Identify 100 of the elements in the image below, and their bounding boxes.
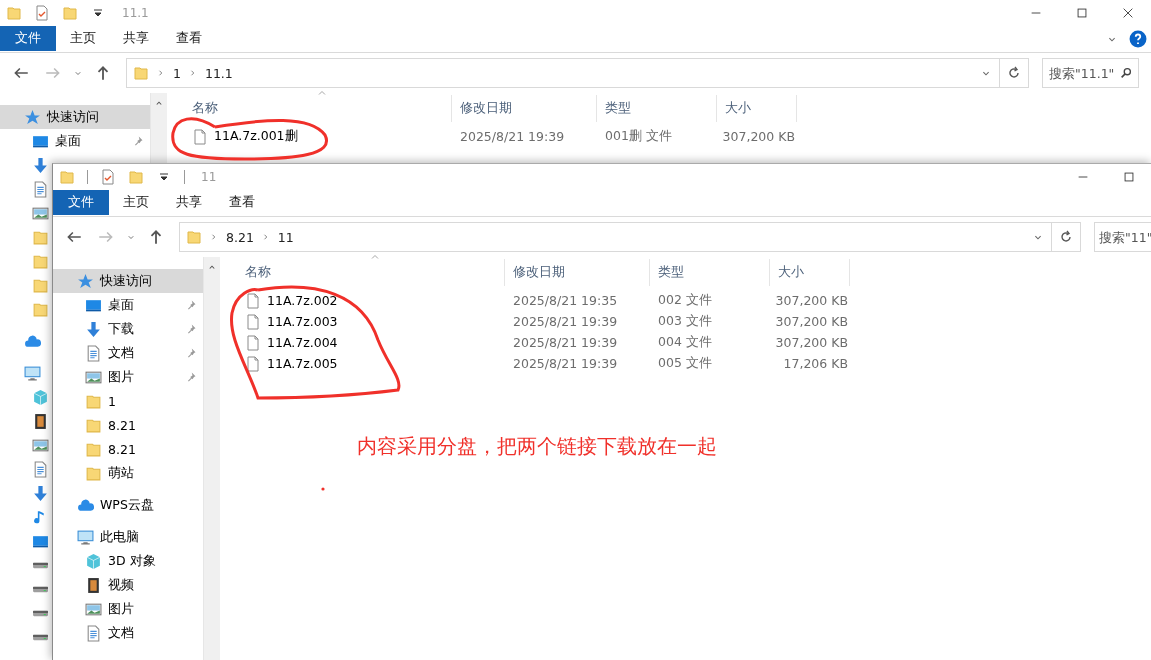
sidebar-item[interactable]: 快速访问 bbox=[53, 269, 203, 293]
sidebar-item[interactable]: 下载 bbox=[53, 317, 203, 341]
ribbon-tab[interactable]: 查看 bbox=[162, 26, 215, 51]
address-bar[interactable]: 8.21 11 bbox=[179, 222, 1052, 252]
sidebar-item[interactable]: 8.21 bbox=[53, 437, 203, 461]
scrollbar[interactable] bbox=[203, 257, 220, 660]
monitor-icon bbox=[24, 364, 41, 382]
file-date: 2025/8/21 19:39 bbox=[512, 314, 619, 329]
pin-icon[interactable] bbox=[185, 299, 197, 311]
sidebar-label: 桌面 bbox=[108, 296, 134, 314]
file-name[interactable]: 11A.7z.005 bbox=[267, 356, 338, 371]
sidebar-label: 桌面 bbox=[55, 132, 81, 150]
sidebar-item[interactable]: 桌面 bbox=[0, 129, 150, 153]
pin-icon[interactable] bbox=[132, 135, 144, 147]
cube-icon bbox=[32, 388, 49, 406]
file-date: 2025/8/21 19:35 bbox=[512, 293, 619, 308]
ribbon-tab[interactable]: 查看 bbox=[215, 190, 268, 215]
sidebar-item[interactable]: 此电脑 bbox=[53, 525, 203, 549]
file-size: 307,200 KB bbox=[774, 335, 849, 350]
sidebar-item[interactable]: 文档 bbox=[53, 341, 203, 365]
monitor-icon bbox=[77, 528, 94, 546]
column-header[interactable]: 大小 bbox=[770, 259, 850, 286]
sidebar-label: 图片 bbox=[108, 368, 134, 386]
file-type: 005 文件 bbox=[657, 355, 713, 372]
sidebar-item[interactable]: 图片 bbox=[53, 365, 203, 389]
breadcrumb[interactable]: 8.21 bbox=[226, 229, 254, 245]
file-size: 307,200 KB bbox=[721, 129, 796, 144]
document-icon bbox=[32, 180, 49, 198]
sidebar-label: 文档 bbox=[108, 624, 134, 642]
checked-document-icon[interactable] bbox=[34, 4, 50, 22]
ribbon-tab[interactable]: 文件 bbox=[53, 190, 109, 215]
file-type: 001删 文件 bbox=[604, 128, 673, 145]
sidebar-label: 视频 bbox=[108, 576, 134, 594]
pin-icon[interactable] bbox=[185, 347, 197, 359]
sidebar-item[interactable]: 1 bbox=[53, 389, 203, 413]
film-icon bbox=[85, 576, 102, 594]
file-icon bbox=[245, 291, 261, 310]
annotation-dot bbox=[321, 487, 325, 491]
file-name[interactable]: 11A.7z.003 bbox=[267, 314, 338, 329]
sidebar-item[interactable]: 文档 bbox=[53, 621, 203, 645]
sidebar-item[interactable]: 3D 对象 bbox=[53, 549, 203, 573]
ribbon-tab[interactable]: 主页 bbox=[56, 26, 109, 51]
ribbon-tab[interactable]: 共享 bbox=[162, 190, 215, 215]
refresh-icon bbox=[1006, 65, 1022, 81]
column-header[interactable]: 类型 bbox=[650, 259, 770, 286]
file-icon bbox=[245, 354, 261, 373]
down-arrow-icon bbox=[32, 484, 49, 502]
pin-icon[interactable] bbox=[185, 323, 197, 335]
file-size: 307,200 KB bbox=[774, 314, 849, 329]
file-date: 2025/8/21 19:39 bbox=[512, 356, 619, 371]
sidebar-label: 图片 bbox=[108, 600, 134, 618]
sidebar-item[interactable]: 8.21 bbox=[53, 413, 203, 437]
refresh-button[interactable] bbox=[1051, 222, 1081, 252]
pin-icon[interactable] bbox=[185, 371, 197, 383]
close-icon[interactable] bbox=[1121, 6, 1135, 20]
sidebar-label: 萌站 bbox=[108, 464, 134, 482]
help-icon[interactable] bbox=[1129, 29, 1147, 48]
ribbon-tab[interactable]: 共享 bbox=[109, 26, 162, 51]
maximize-icon[interactable] bbox=[1122, 170, 1136, 184]
column-header[interactable]: 修改日期 bbox=[505, 259, 650, 286]
sidebar-item[interactable]: 图片 bbox=[53, 597, 203, 621]
column-header[interactable]: 类型 bbox=[597, 95, 717, 122]
annotation-text: 内容采用分盘，把两个链接下载放在一起 bbox=[357, 433, 717, 460]
folder-icon bbox=[133, 64, 149, 82]
down-arrow-icon bbox=[85, 320, 102, 338]
breadcrumb[interactable]: 1 bbox=[173, 65, 181, 81]
sidebar-item[interactable]: WPS云盘 bbox=[53, 493, 203, 517]
window-title: 11 bbox=[201, 170, 217, 184]
breadcrumb[interactable]: 11 bbox=[277, 229, 294, 245]
file-name[interactable]: 11A.7z.004 bbox=[267, 335, 338, 350]
file-name[interactable]: 11A.7z.002 bbox=[267, 293, 338, 308]
column-header[interactable]: 名称 bbox=[176, 95, 452, 122]
search-field[interactable]: 搜索"11.1" bbox=[1042, 58, 1139, 88]
sidebar-item[interactable]: 视频 bbox=[53, 573, 203, 597]
file-date: 2025/8/21 19:39 bbox=[512, 335, 619, 350]
column-header[interactable]: 大小 bbox=[717, 95, 797, 122]
down-arrow-icon bbox=[32, 156, 49, 174]
document-icon bbox=[32, 460, 49, 478]
column-header[interactable]: 名称 bbox=[229, 259, 505, 286]
checked-document-icon[interactable] bbox=[100, 168, 116, 186]
file-icon bbox=[192, 127, 208, 146]
file-name[interactable]: 11A.7z.001删 bbox=[214, 128, 298, 145]
search-icon[interactable] bbox=[1119, 66, 1133, 80]
file-type: 004 文件 bbox=[657, 334, 713, 351]
sidebar-label: 1 bbox=[108, 393, 116, 409]
search-field[interactable]: 搜索"11" bbox=[1094, 222, 1151, 252]
breadcrumb[interactable]: 11.1 bbox=[204, 65, 233, 81]
maximize-icon[interactable] bbox=[1075, 6, 1089, 20]
sidebar-item[interactable]: 快速访问 bbox=[0, 105, 150, 129]
cube-icon bbox=[85, 552, 102, 570]
file-type: 003 文件 bbox=[657, 313, 713, 330]
address-bar[interactable]: 1 11.1 bbox=[126, 58, 1000, 88]
ribbon-tab[interactable]: 主页 bbox=[109, 190, 162, 215]
column-header[interactable]: 修改日期 bbox=[452, 95, 597, 122]
sidebar-item[interactable]: 萌站 bbox=[53, 461, 203, 485]
file-type: 002 文件 bbox=[657, 292, 713, 309]
sidebar-item[interactable]: 桌面 bbox=[53, 293, 203, 317]
sidebar-label: 3D 对象 bbox=[108, 552, 156, 570]
ribbon-tab[interactable]: 文件 bbox=[0, 26, 56, 51]
refresh-button[interactable] bbox=[999, 58, 1029, 88]
